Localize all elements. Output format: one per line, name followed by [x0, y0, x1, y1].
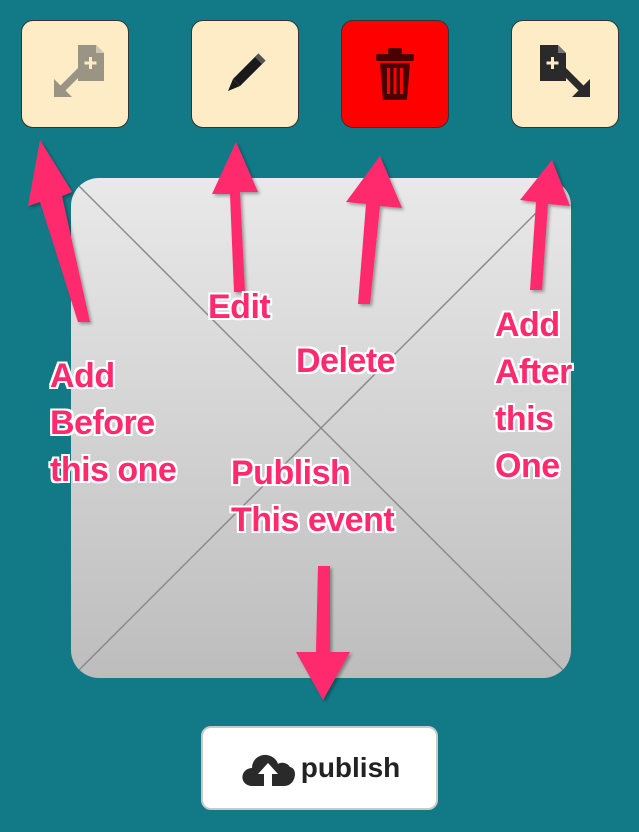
add-after-button[interactable]	[511, 20, 619, 128]
annotation-delete: Delete	[296, 342, 396, 380]
pencil-icon	[228, 53, 266, 91]
delete-button[interactable]	[341, 20, 449, 128]
trash-icon	[376, 48, 414, 100]
add-before-button[interactable]	[21, 20, 129, 128]
annotation-edit: Edit	[208, 288, 271, 326]
annotation-add-before: Add Before this one	[50, 357, 177, 489]
publish-label: publish	[300, 752, 401, 783]
publish-button[interactable]: publish	[201, 726, 438, 810]
annotation-publish: Publish This event	[231, 454, 395, 539]
edit-button[interactable]	[191, 20, 299, 128]
add-file-after-icon	[540, 45, 590, 97]
add-file-before-icon	[54, 45, 104, 97]
annotation-add-after: Add After this One	[495, 306, 572, 485]
cloud-upload-icon	[242, 754, 295, 786]
